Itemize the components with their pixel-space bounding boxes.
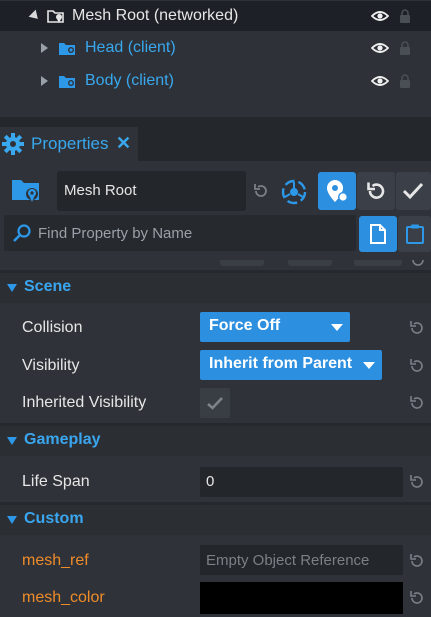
hierarchy-item-label: Mesh Root (networked) <box>72 7 239 24</box>
vector-field[interactable] <box>288 260 332 266</box>
dropdown-value: Force Off <box>209 317 281 334</box>
hierarchy-item-head[interactable]: Head (client) <box>0 33 431 63</box>
undo-icon <box>367 182 385 199</box>
networked-folder-icon <box>12 180 39 202</box>
paste-button[interactable] <box>398 216 431 252</box>
collision-dropdown[interactable]: Force Off <box>200 312 350 342</box>
clipboard-icon <box>406 224 424 244</box>
lock-icon[interactable] <box>399 41 411 55</box>
properties-toolbar: Mesh Root <box>0 161 431 260</box>
property-label: Visibility <box>22 357 80 374</box>
reset-icon[interactable] <box>409 320 425 336</box>
document-icon <box>370 224 386 244</box>
property-label: mesh_ref <box>22 552 89 569</box>
revert-button[interactable] <box>357 172 395 210</box>
section-title: Custom <box>24 510 84 527</box>
expand-arrow-icon[interactable] <box>28 9 42 23</box>
property-label: Inherited Visibility <box>22 394 147 411</box>
property-label: mesh_color <box>22 589 105 606</box>
reset-icon[interactable] <box>409 553 425 569</box>
lock-icon[interactable] <box>399 74 411 88</box>
section-scene[interactable]: Scene <box>0 273 431 303</box>
tab-properties[interactable]: Properties ✕ <box>0 127 138 161</box>
collapse-arrow-icon[interactable] <box>7 437 17 445</box>
gear-icon <box>2 133 24 155</box>
reset-icon[interactable] <box>409 474 425 490</box>
life-span-value: 0 <box>206 473 215 490</box>
reset-icon[interactable] <box>411 260 425 266</box>
location-pin-button[interactable] <box>318 172 356 210</box>
section-custom[interactable]: Custom <box>0 505 431 535</box>
color-swatch[interactable] <box>200 582 403 614</box>
life-span-field[interactable]: 0 <box>200 467 403 497</box>
location-pin-icon <box>327 180 348 202</box>
reset-icon[interactable] <box>409 395 425 411</box>
eye-icon[interactable] <box>371 42 389 54</box>
tab-bar: Properties ✕ <box>0 127 431 161</box>
search-input[interactable] <box>38 223 348 243</box>
search-icon <box>13 224 31 242</box>
expand-arrow-icon[interactable] <box>41 43 48 53</box>
visibility-dropdown[interactable]: Inherit from Parent <box>200 350 382 380</box>
inherited-visibility-checkbox <box>200 388 230 418</box>
client-folder-icon <box>59 43 75 55</box>
networked-folder-icon <box>47 10 64 23</box>
copy-button[interactable] <box>359 216 397 252</box>
collapse-arrow-icon[interactable] <box>7 284 17 292</box>
mesh-ref-field[interactable] <box>200 545 403 575</box>
apply-button[interactable] <box>396 172 431 210</box>
client-folder-icon <box>59 76 75 88</box>
reset-icon[interactable] <box>409 358 425 374</box>
property-search[interactable] <box>4 215 356 251</box>
object-name-field[interactable]: Mesh Root <box>57 171 246 211</box>
collapse-arrow-icon[interactable] <box>7 516 17 524</box>
hierarchy-item-label: Body (client) <box>85 72 174 89</box>
tab-label: Properties <box>31 134 109 153</box>
lock-icon[interactable] <box>399 9 411 23</box>
checkmark-icon <box>207 397 223 410</box>
hierarchy-item-label: Head (client) <box>85 39 176 56</box>
vector-field[interactable] <box>354 260 402 266</box>
networked-toggle-icon[interactable] <box>279 177 309 207</box>
dropdown-value: Inherit from Parent <box>209 355 353 372</box>
object-name-text: Mesh Root <box>64 182 137 199</box>
chevron-down-icon <box>331 324 343 331</box>
panel-divider <box>0 117 431 127</box>
section-title: Scene <box>24 278 72 295</box>
hierarchy-item-mesh-root[interactable]: Mesh Root (networked) <box>0 1 431 31</box>
hierarchy-item-body[interactable]: Body (client) <box>0 66 431 96</box>
properties-list[interactable]: Scene Collision Force Off Visibility Inh… <box>0 260 431 617</box>
close-tab-button[interactable]: ✕ <box>116 133 131 153</box>
section-title: Gameplay <box>24 431 101 448</box>
checkmark-icon <box>402 182 424 200</box>
hierarchy-panel: Mesh Root (networked) Head (client) Body… <box>0 0 431 117</box>
reset-icon[interactable] <box>253 183 269 199</box>
property-label: Life Span <box>22 473 90 490</box>
eye-icon[interactable] <box>371 10 389 22</box>
section-gameplay[interactable]: Gameplay <box>0 426 431 456</box>
eye-icon[interactable] <box>371 75 389 87</box>
reset-icon[interactable] <box>409 590 425 606</box>
object-reference-input[interactable] <box>206 550 396 570</box>
property-label: Collision <box>22 319 83 336</box>
vector-field[interactable] <box>220 260 264 266</box>
expand-arrow-icon[interactable] <box>41 76 48 86</box>
chevron-down-icon <box>363 362 375 369</box>
